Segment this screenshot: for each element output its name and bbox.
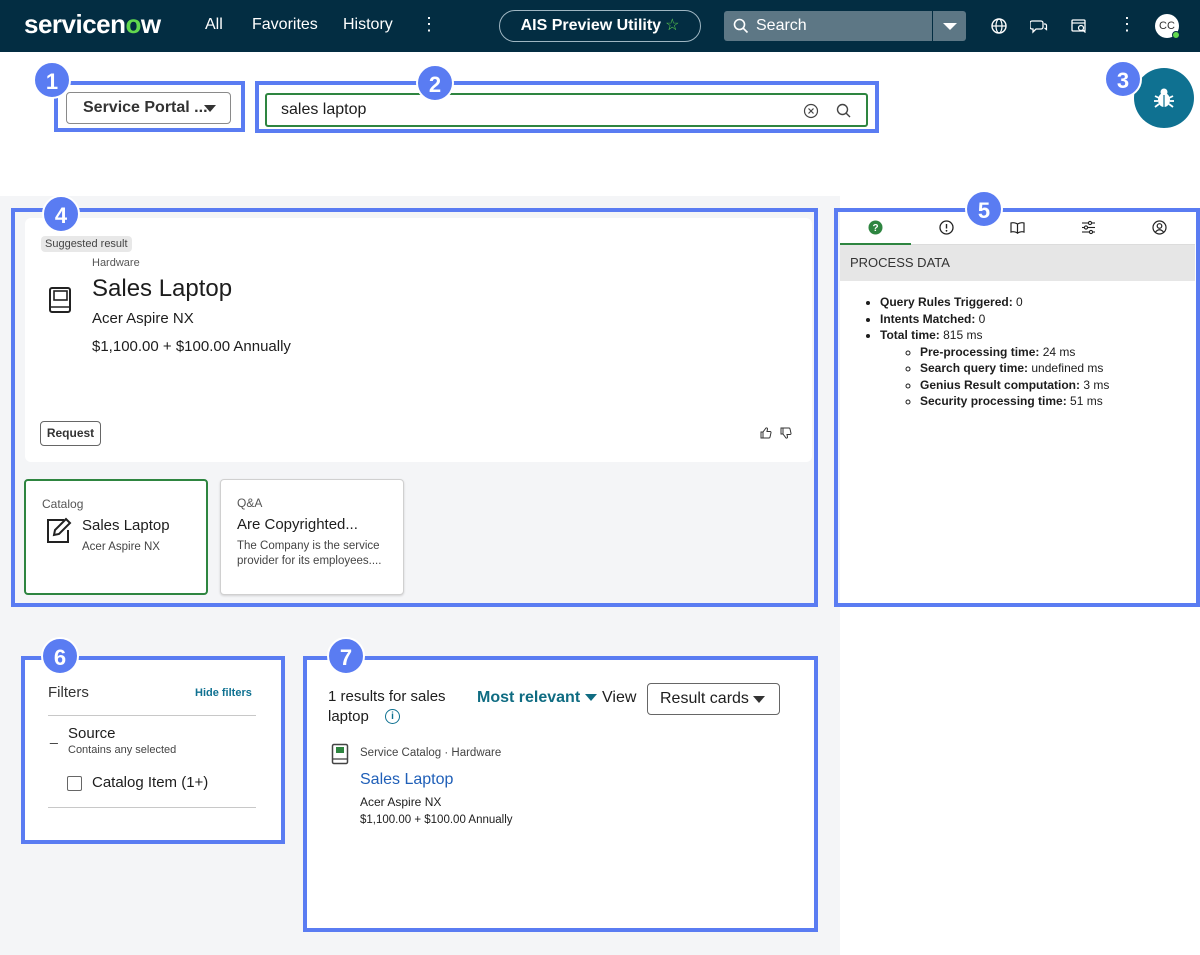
highlight-box-7 xyxy=(303,656,818,932)
chat-icon[interactable] xyxy=(1030,17,1048,35)
callout-badge-6: 6 xyxy=(41,637,79,675)
globe-icon[interactable] xyxy=(990,17,1008,35)
nav-all[interactable]: All xyxy=(205,16,223,34)
highlight-box-6 xyxy=(21,656,285,844)
nav-favorites[interactable]: Favorites xyxy=(252,16,318,34)
online-status-icon xyxy=(1172,31,1180,39)
screen-search-icon[interactable] xyxy=(1070,17,1088,35)
highlight-box-4 xyxy=(11,208,818,607)
nav-history[interactable]: History xyxy=(343,16,393,34)
app-pill-label: AIS Preview Utility xyxy=(520,17,662,34)
search-scope-dropdown[interactable] xyxy=(933,11,966,41)
callout-badge-7: 7 xyxy=(327,637,365,675)
callout-badge-1: 1 xyxy=(33,61,71,99)
user-initials: CC xyxy=(1159,20,1175,32)
callout-badge-4: 4 xyxy=(42,195,80,233)
callout-badge-5: 5 xyxy=(965,190,1003,228)
highlight-box-1 xyxy=(54,81,245,132)
highlight-box-5 xyxy=(834,208,1200,607)
top-navigation-bar: servicenow All Favorites History ⋮ AIS P… xyxy=(0,0,1200,52)
global-search-placeholder: Search xyxy=(756,17,807,34)
debug-button[interactable] xyxy=(1134,68,1194,128)
bug-icon xyxy=(1154,88,1174,108)
search-icon xyxy=(733,18,749,34)
servicenow-logo[interactable]: servicenow xyxy=(24,9,161,40)
callout-badge-2: 2 xyxy=(416,64,454,102)
global-search-input[interactable]: Search xyxy=(724,11,932,41)
star-icon[interactable]: ☆ xyxy=(665,17,679,34)
app-pill-button[interactable]: AIS Preview Utility ☆ xyxy=(499,10,701,42)
nav-more-icon[interactable]: ⋮ xyxy=(420,14,438,35)
highlight-box-2 xyxy=(255,81,879,133)
callout-badge-3: 3 xyxy=(1104,60,1142,98)
nav-more-right-icon[interactable]: ⋮ xyxy=(1118,14,1136,35)
user-avatar[interactable]: CC xyxy=(1155,14,1180,39)
